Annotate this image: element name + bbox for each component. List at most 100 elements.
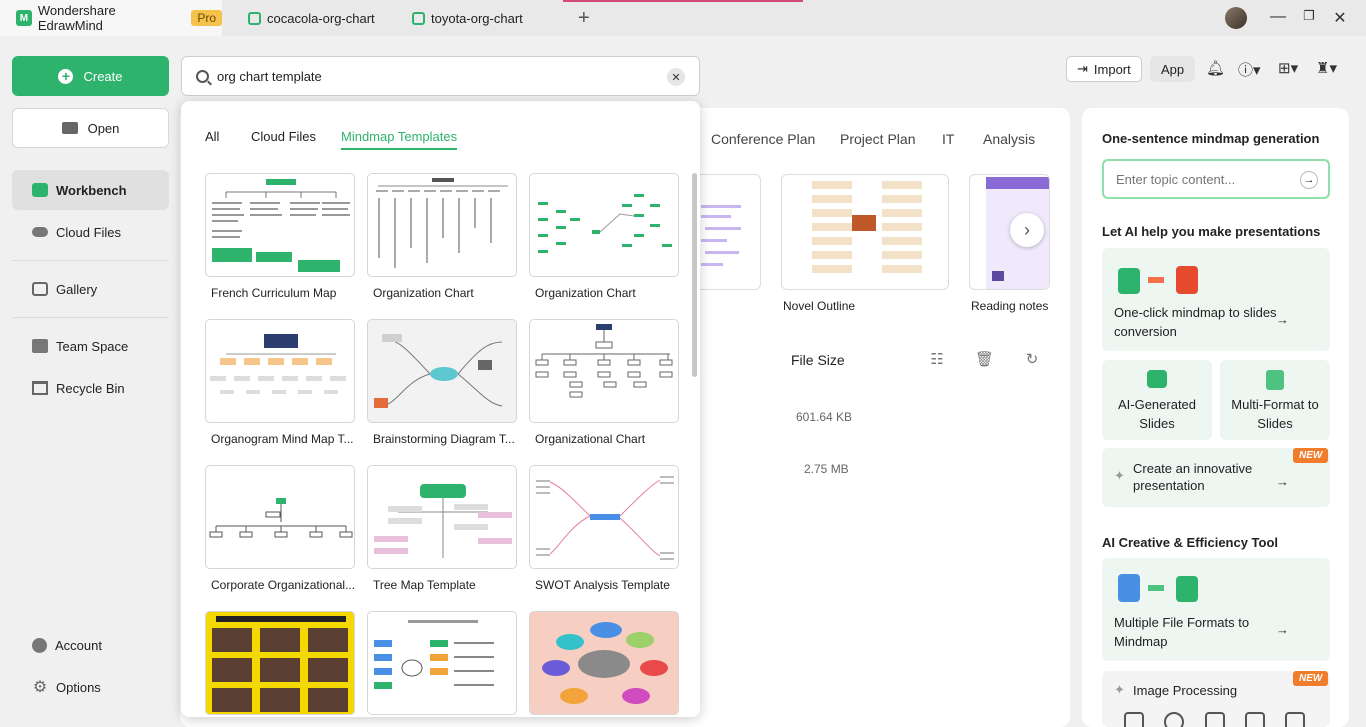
- new-tab-button[interactable]: +: [578, 0, 590, 36]
- minimize-icon[interactable]: —: [1268, 8, 1288, 26]
- tab-analysis[interactable]: Analysis: [983, 131, 1035, 147]
- arrow-right-icon[interactable]: →: [1300, 171, 1318, 189]
- hd-tool-icon[interactable]: [1205, 712, 1225, 727]
- template-card[interactable]: [205, 465, 355, 569]
- image-tool-icon[interactable]: [1124, 712, 1144, 727]
- multi-format-slides-card[interactable]: Multi-Format to Slides: [1220, 360, 1330, 440]
- create-button[interactable]: + Create: [12, 56, 169, 96]
- search-bar[interactable]: ✕: [181, 56, 700, 96]
- avatar[interactable]: [1225, 7, 1247, 29]
- tab-all[interactable]: All: [205, 129, 219, 144]
- plus-icon: +: [58, 68, 74, 84]
- grid-apps-icon[interactable]: ⊞▾: [1278, 59, 1298, 77]
- tab-it[interactable]: IT: [942, 131, 954, 147]
- title-bar: M Wondershare EdrawMind Pro cocacola-org…: [0, 0, 1366, 36]
- sidebar-item-workbench[interactable]: Workbench: [12, 170, 169, 210]
- template-thumbnail[interactable]: [781, 174, 949, 290]
- template-preview: [538, 194, 672, 253]
- tab-project-plan[interactable]: Project Plan: [840, 131, 915, 147]
- sidebar-item-label: Cloud Files: [56, 224, 122, 240]
- template-card[interactable]: [205, 173, 355, 277]
- trash-icon: [32, 381, 48, 395]
- shirt-skin-icon[interactable]: ♜▾: [1316, 59, 1337, 77]
- section-title: Let AI help you make presentations: [1102, 224, 1321, 239]
- card-text: Create an innovative presentation: [1133, 461, 1253, 493]
- carousel-next-button[interactable]: ›: [1010, 213, 1044, 247]
- help-icon[interactable]: ⓘ▾: [1238, 59, 1261, 80]
- sidebar-item-gallery[interactable]: Gallery: [12, 269, 169, 309]
- dropdown-scrollbar[interactable]: [692, 173, 697, 377]
- sidebar-item-label: Options: [56, 679, 101, 695]
- erase-tool-icon[interactable]: [1164, 712, 1184, 727]
- sidebar-item-account[interactable]: Account: [12, 625, 169, 665]
- sidebar-item-label: Recycle Bin: [56, 380, 125, 396]
- import-button[interactable]: ⇥ Import: [1066, 56, 1142, 82]
- close-icon[interactable]: ✕: [1330, 8, 1350, 28]
- list-view-icon[interactable]: ☷: [928, 350, 946, 368]
- tab-mindmap-templates[interactable]: Mindmap Templates: [341, 129, 458, 150]
- template-title: Brainstorming Diagram T...: [373, 432, 515, 446]
- template-card[interactable]: [367, 465, 517, 569]
- tab-cloud-files[interactable]: Cloud Files: [251, 129, 316, 144]
- template-preview: [812, 181, 922, 273]
- template-card[interactable]: [367, 319, 517, 423]
- pro-badge: Pro: [191, 10, 222, 26]
- mindmap-file-icon: [412, 11, 425, 25]
- open-button[interactable]: Open: [12, 108, 169, 148]
- refresh-icon[interactable]: ↻: [1023, 350, 1041, 368]
- template-card[interactable]: [205, 611, 355, 715]
- formats-to-mindmap-icon: [1118, 574, 1198, 602]
- active-tab-indicator: [563, 0, 803, 2]
- create-label: Create: [83, 68, 123, 84]
- multi-format-icon: [1266, 370, 1284, 390]
- clear-icon[interactable]: ✕: [667, 68, 685, 86]
- topic-field[interactable]: [1116, 171, 1286, 187]
- search-icon: [196, 69, 209, 83]
- topic-input[interactable]: →: [1102, 159, 1330, 199]
- ai-generated-slides-card[interactable]: AI-Generated Slides: [1102, 360, 1212, 440]
- trash-icon[interactable]: 🗑︎: [975, 350, 994, 368]
- template-card[interactable]: [529, 611, 679, 715]
- divider: [12, 317, 169, 318]
- sidebar-item-team-space[interactable]: Team Space: [12, 326, 169, 366]
- sidebar-item-label: Team Space: [56, 338, 129, 354]
- crop-tool-icon[interactable]: [1285, 712, 1305, 727]
- template-card[interactable]: [367, 173, 517, 277]
- template-card[interactable]: [367, 611, 517, 715]
- slides-conversion-card[interactable]: One-click mindmap to slides conversion →: [1102, 248, 1330, 351]
- template-preview: [536, 476, 674, 560]
- card-text: Multi-Format to Slides: [1231, 397, 1319, 431]
- template-preview: [535, 324, 673, 398]
- sidebar-item-cloud-files[interactable]: Cloud Files: [12, 212, 169, 252]
- multiple-formats-card[interactable]: Multiple File Formats to Mindmap →: [1102, 558, 1330, 661]
- template-thumbnail[interactable]: [690, 174, 761, 290]
- maximize-icon[interactable]: ❐: [1299, 8, 1319, 24]
- cloud-icon: [32, 227, 48, 237]
- template-preview: [376, 178, 508, 268]
- gear-icon: ⚙: [32, 679, 48, 696]
- section-title: AI Creative & Efficiency Tool: [1102, 535, 1279, 550]
- search-input[interactable]: [217, 68, 637, 84]
- template-card[interactable]: [529, 465, 679, 569]
- tab-conference-plan[interactable]: Conference Plan: [711, 131, 815, 147]
- template-preview: [210, 334, 346, 394]
- sidebar-item-options[interactable]: ⚙ Options: [12, 667, 169, 707]
- app-button[interactable]: App: [1150, 56, 1196, 82]
- card-text: AI-Generated Slides: [1117, 397, 1197, 431]
- app-name: Wondershare EdrawMind: [37, 3, 116, 33]
- arrow-right-icon: →: [1276, 474, 1289, 489]
- tab-home[interactable]: M Wondershare EdrawMind Pro: [0, 0, 222, 36]
- mindmap-to-ppt-icon: [1118, 266, 1198, 294]
- bell-icon[interactable]: 🔔︎: [1206, 59, 1225, 77]
- tab-cocacola[interactable]: cocacola-org-chart: [248, 0, 398, 36]
- template-card[interactable]: [529, 319, 679, 423]
- expand-tool-icon[interactable]: [1245, 712, 1265, 727]
- template-card[interactable]: [529, 173, 679, 277]
- tab-label: cocacola-org-chart: [267, 10, 375, 26]
- template-preview: [212, 179, 350, 272]
- sidebar-item-recycle-bin[interactable]: Recycle Bin: [12, 368, 169, 408]
- sidebar-item-label: Gallery: [56, 281, 98, 297]
- tab-toyota[interactable]: toyota-org-chart: [412, 0, 562, 36]
- template-card[interactable]: [205, 319, 355, 423]
- template-title: Novel Outline: [783, 299, 856, 313]
